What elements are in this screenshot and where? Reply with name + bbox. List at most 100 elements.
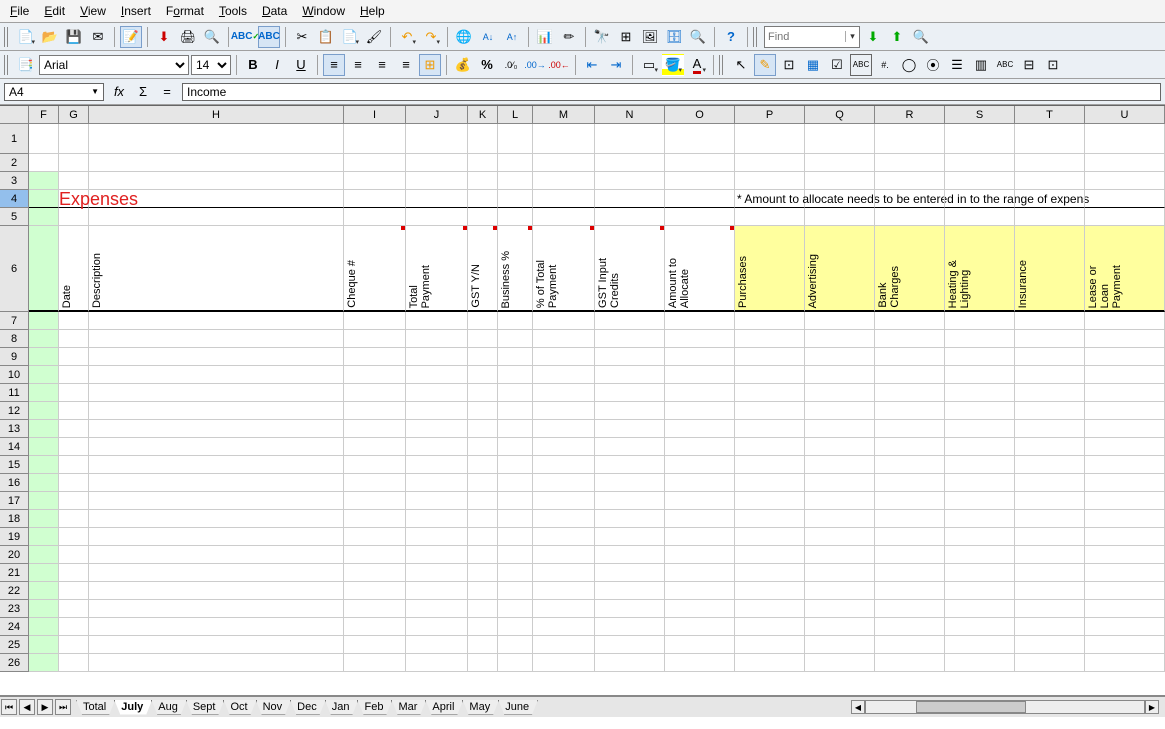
cell-S24[interactable] xyxy=(945,618,1015,636)
cell-I26[interactable] xyxy=(344,654,406,672)
cell-I3[interactable] xyxy=(344,172,406,190)
more-controls1-button[interactable]: ABC xyxy=(994,54,1016,76)
hscroll-thumb[interactable] xyxy=(916,701,1026,713)
cell-Q2[interactable] xyxy=(805,154,875,172)
cell-I23[interactable] xyxy=(344,600,406,618)
cell-R8[interactable] xyxy=(875,330,945,348)
cell-S22[interactable] xyxy=(945,582,1015,600)
cell-J21[interactable] xyxy=(406,564,468,582)
row-header-5[interactable]: 5 xyxy=(0,208,29,226)
formula-input[interactable] xyxy=(182,83,1161,101)
cell-J16[interactable] xyxy=(406,474,468,492)
cell-F2[interactable] xyxy=(29,154,59,172)
cell-P20[interactable] xyxy=(735,546,805,564)
cell-I11[interactable] xyxy=(344,384,406,402)
cell-M21[interactable] xyxy=(533,564,595,582)
sheet-tab-sept[interactable]: Sept xyxy=(186,700,225,715)
cell-U4[interactable] xyxy=(1085,190,1165,208)
comment-indicator-icon[interactable] xyxy=(730,226,734,230)
comment-indicator-icon[interactable] xyxy=(590,226,594,230)
cell-T25[interactable] xyxy=(1015,636,1085,654)
navigator-button[interactable]: ⊞ xyxy=(615,26,637,48)
cell-O23[interactable] xyxy=(665,600,735,618)
cell-K2[interactable] xyxy=(468,154,498,172)
fontcolor-button[interactable]: A xyxy=(686,54,708,76)
cell-L3[interactable] xyxy=(498,172,533,190)
cell-T12[interactable] xyxy=(1015,402,1085,420)
row-header-1[interactable]: 1 xyxy=(0,124,29,154)
cell-L17[interactable] xyxy=(498,492,533,510)
cell-P5[interactable] xyxy=(735,208,805,226)
radio-button[interactable]: ⦿ xyxy=(922,54,944,76)
cell-F24[interactable] xyxy=(29,618,59,636)
align-justify-button[interactable]: ≡ xyxy=(395,54,417,76)
percent-button[interactable]: % xyxy=(476,54,498,76)
cell-H17[interactable] xyxy=(89,492,344,510)
cell-L13[interactable] xyxy=(498,420,533,438)
cell-K23[interactable] xyxy=(468,600,498,618)
comment-indicator-icon[interactable] xyxy=(528,226,532,230)
print-button[interactable]: 🖨 xyxy=(177,26,199,48)
cell-M2[interactable] xyxy=(533,154,595,172)
cell-O25[interactable] xyxy=(665,636,735,654)
cell-S10[interactable] xyxy=(945,366,1015,384)
cell-M24[interactable] xyxy=(533,618,595,636)
cell-L18[interactable] xyxy=(498,510,533,528)
print-preview-button[interactable]: 🔍 xyxy=(201,26,223,48)
cell-H3[interactable] xyxy=(89,172,344,190)
comment-indicator-icon[interactable] xyxy=(660,226,664,230)
cell-F9[interactable] xyxy=(29,348,59,366)
cell-H26[interactable] xyxy=(89,654,344,672)
menu-window[interactable]: Window xyxy=(296,2,351,20)
cell-R15[interactable] xyxy=(875,456,945,474)
cell-S3[interactable] xyxy=(945,172,1015,190)
cell-F26[interactable] xyxy=(29,654,59,672)
cell-L11[interactable] xyxy=(498,384,533,402)
cell-K15[interactable] xyxy=(468,456,498,474)
cell-K24[interactable] xyxy=(468,618,498,636)
cell-N3[interactable] xyxy=(595,172,665,190)
cell-M16[interactable] xyxy=(533,474,595,492)
cell-Q7[interactable] xyxy=(805,312,875,330)
cell-N19[interactable] xyxy=(595,528,665,546)
cell-P6[interactable]: Purchases xyxy=(735,226,805,312)
cell-H21[interactable] xyxy=(89,564,344,582)
menu-tools[interactable]: Tools xyxy=(213,2,253,20)
cell-P12[interactable] xyxy=(735,402,805,420)
cell-M14[interactable] xyxy=(533,438,595,456)
autospellcheck-button[interactable]: ABC xyxy=(258,26,280,48)
cell-S19[interactable] xyxy=(945,528,1015,546)
cell-P15[interactable] xyxy=(735,456,805,474)
cell-Q14[interactable] xyxy=(805,438,875,456)
cell-H2[interactable] xyxy=(89,154,344,172)
cell-U12[interactable] xyxy=(1085,402,1165,420)
cell-O11[interactable] xyxy=(665,384,735,402)
cell-T15[interactable] xyxy=(1015,456,1085,474)
cell-F20[interactable] xyxy=(29,546,59,564)
textbox-button[interactable]: ABC xyxy=(850,54,872,76)
cell-U19[interactable] xyxy=(1085,528,1165,546)
cell-I21[interactable] xyxy=(344,564,406,582)
cell-J14[interactable] xyxy=(406,438,468,456)
find-replace-button[interactable]: 🔭 xyxy=(591,26,613,48)
cell-N9[interactable] xyxy=(595,348,665,366)
cell-L4[interactable] xyxy=(498,190,533,208)
menu-view[interactable]: View xyxy=(74,2,112,20)
cell-H10[interactable] xyxy=(89,366,344,384)
cell-G1[interactable] xyxy=(59,124,89,154)
row-header-19[interactable]: 19 xyxy=(0,528,29,546)
col-header-J[interactable]: J xyxy=(406,106,468,124)
cell-R24[interactable] xyxy=(875,618,945,636)
cell-G13[interactable] xyxy=(59,420,89,438)
cell-Q1[interactable] xyxy=(805,124,875,154)
cell-T14[interactable] xyxy=(1015,438,1085,456)
cell-N20[interactable] xyxy=(595,546,665,564)
remove-decimal-button[interactable]: .00← xyxy=(548,54,570,76)
cell-H24[interactable] xyxy=(89,618,344,636)
cell-Q3[interactable] xyxy=(805,172,875,190)
standard-number-button[interactable]: .0⁄₀ xyxy=(500,54,522,76)
cell-U22[interactable] xyxy=(1085,582,1165,600)
cell-J17[interactable] xyxy=(406,492,468,510)
sheet-tab-dec[interactable]: Dec xyxy=(290,700,326,715)
cell-L20[interactable] xyxy=(498,546,533,564)
